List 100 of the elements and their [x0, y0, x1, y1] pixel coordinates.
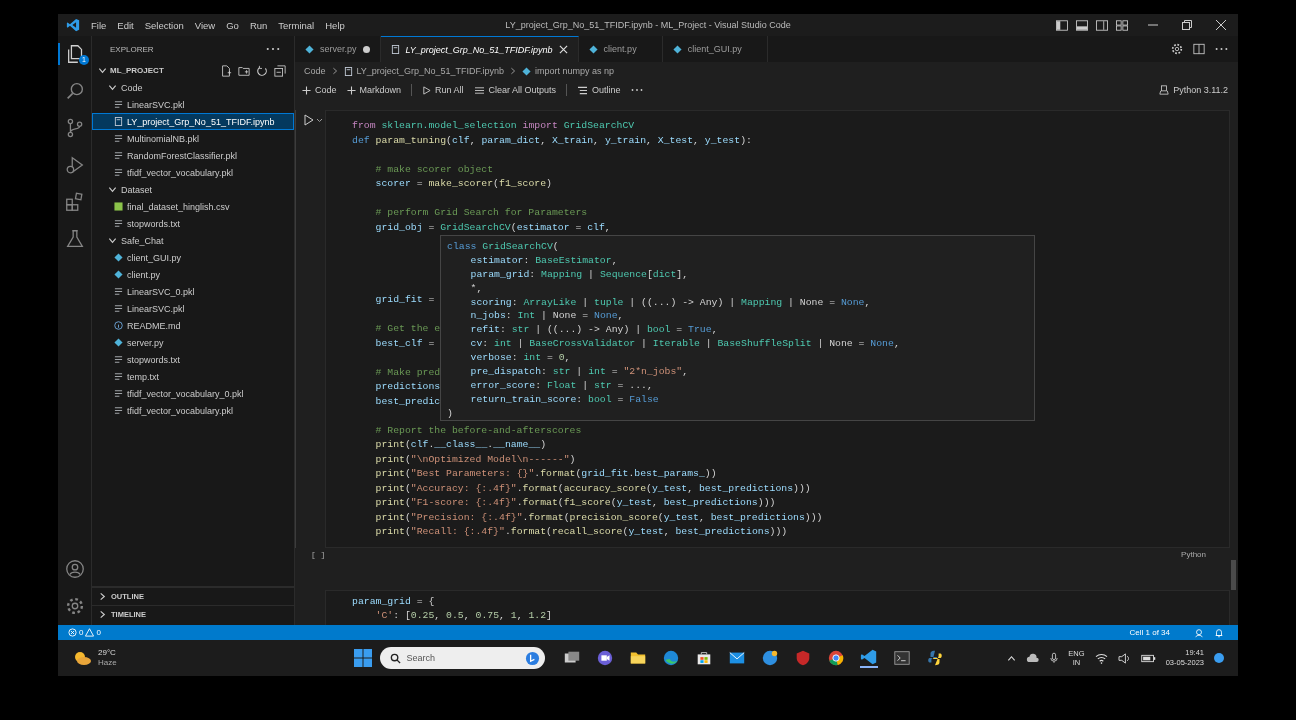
bell-icon[interactable] — [1214, 627, 1224, 638]
restore-icon[interactable] — [1182, 20, 1192, 30]
tree-item[interactable]: LinearSVC.pkl — [92, 300, 294, 317]
breadcrumb-item[interactable]: LY_project_Grp_No_51_TFIDF.ipynb — [343, 66, 504, 76]
breadcrumb-item[interactable]: Code — [304, 66, 326, 76]
kernel-picker[interactable]: Python 3.11.2 — [1159, 85, 1228, 95]
split-editor-icon[interactable] — [1193, 43, 1205, 55]
tree-item[interactable]: Safe_Chat — [92, 232, 294, 249]
toolbar-button[interactable]: Run All — [422, 85, 464, 95]
error-icon — [68, 628, 77, 637]
tree-item[interactable]: ML_PROJECT — [98, 66, 164, 75]
code-line: best_predic — [374, 395, 441, 407]
app-icon[interactable] — [760, 649, 779, 667]
toolbar-button[interactable]: Markdown — [346, 85, 402, 95]
chrome-icon[interactable] — [826, 649, 845, 667]
toolbar-button[interactable]: Outline — [577, 85, 621, 95]
tree-item[interactable]: tfidf_vector_vocabulary.pkl — [92, 164, 294, 181]
lines-icon — [114, 100, 123, 109]
weather-icon[interactable] — [72, 650, 92, 666]
lines-icon — [114, 372, 123, 381]
editor-tab[interactable]: server.py — [295, 36, 381, 62]
sidebar-toggle-icon[interactable] — [1056, 19, 1068, 31]
speaker-icon[interactable] — [1117, 652, 1131, 664]
close-icon[interactable] — [1216, 20, 1226, 30]
tree-item[interactable]: stopwords.txt — [92, 215, 294, 232]
cell-indicator[interactable]: Cell 1 of 34 — [1129, 628, 1170, 637]
chevron-up-icon[interactable] — [1007, 653, 1017, 663]
more-icon[interactable] — [630, 88, 643, 92]
menu-item[interactable]: File — [91, 19, 107, 31]
toolbar-button[interactable]: Clear All Outputs — [473, 85, 557, 95]
signature-line: *, — [469, 282, 483, 294]
layout-icon[interactable] — [1116, 19, 1128, 31]
bing-icon[interactable] — [524, 650, 540, 666]
secondary-sidebar-toggle-icon[interactable] — [1096, 19, 1108, 31]
python-app-icon[interactable] — [925, 649, 944, 667]
more-icon[interactable] — [266, 47, 280, 51]
panel-toggle-icon[interactable] — [1076, 19, 1088, 31]
tree-item[interactable]: README.md — [92, 317, 294, 334]
menu-item[interactable]: Terminal — [278, 19, 315, 31]
tree-item[interactable]: RandomForestClassifier.pkl — [92, 147, 294, 164]
file-icon — [390, 45, 400, 54]
new-folder-icon[interactable] — [238, 64, 250, 77]
problems-indicator[interactable]: 0 0 — [68, 628, 101, 637]
code-cell[interactable]: param_grid = { 'C': [0.25, 0.5, 0.75, 1, 1.2] — [325, 589, 1230, 625]
editor-tab[interactable]: client_GUI.py — [662, 36, 768, 62]
terminal-icon[interactable] — [892, 649, 911, 667]
tree-item[interactable]: stopwords.txt — [92, 351, 294, 368]
lines-icon — [114, 304, 123, 313]
menu-item[interactable]: Run — [249, 19, 268, 31]
temperature-label: 29°C — [98, 648, 117, 658]
tree-item[interactable]: temp.txt — [92, 368, 294, 385]
scrollbar-thumb[interactable] — [1231, 560, 1236, 590]
cell-language[interactable]: Python — [1181, 550, 1206, 559]
run-cell-icon[interactable] — [304, 114, 324, 126]
wifi-icon[interactable] — [1094, 652, 1108, 664]
microphone-icon[interactable] — [1050, 652, 1059, 664]
tree-item[interactable]: LinearSVC_0.pkl — [92, 283, 294, 300]
signature-line: n_jobs: Int | None = None, — [469, 310, 624, 322]
tree-item[interactable]: server.py — [92, 334, 294, 351]
notification-icon[interactable] — [1214, 653, 1224, 663]
tree-item[interactable]: client_GUI.py — [92, 249, 294, 266]
execution-count: [ ] — [311, 550, 326, 559]
tree-item[interactable]: Dataset — [92, 181, 294, 198]
breadcrumb-item[interactable]: import numpy as np — [521, 66, 614, 76]
close-icon[interactable] — [558, 45, 568, 54]
feedback-icon[interactable] — [1194, 627, 1204, 638]
video-call-icon[interactable] — [595, 649, 614, 667]
menu-item[interactable]: Help — [325, 19, 345, 31]
tree-item[interactable]: MultinomialNB.pkl — [92, 130, 294, 147]
tree-item[interactable]: Code — [92, 79, 294, 96]
settings-icon[interactable] — [1171, 43, 1183, 55]
menu-item[interactable]: Go — [226, 19, 239, 31]
collapse-all-icon[interactable] — [274, 64, 286, 77]
editor-tab[interactable]: client.py — [578, 36, 663, 62]
search-field[interactable]: Search — [379, 647, 545, 669]
browser-icon[interactable] — [661, 649, 680, 667]
file-icon — [114, 338, 123, 347]
battery-icon[interactable] — [1140, 653, 1156, 663]
toolbar-button[interactable]: Code — [302, 85, 337, 95]
code-editor-icon[interactable] — [859, 648, 878, 668]
refresh-icon[interactable] — [256, 64, 268, 77]
account-icon[interactable] — [63, 558, 86, 580]
code-cell[interactable] — [325, 110, 1230, 548]
cloud-icon[interactable] — [1026, 652, 1041, 664]
code-line: best_clf = — [374, 337, 435, 349]
tree-item[interactable]: final_dataset_hinglish.csv — [92, 198, 294, 215]
tree-item[interactable]: tfidf_vector_vocabulary.pkl — [92, 402, 294, 419]
editor-tab[interactable]: LY_project_Grp_No_51_TFIDF.ipynb — [380, 36, 579, 62]
notebook-icon — [343, 66, 353, 76]
menu-item[interactable]: View — [194, 19, 216, 31]
menu-item[interactable]: Selection — [144, 19, 184, 31]
tree-item[interactable]: LinearSVC.pkl — [92, 96, 294, 113]
menu-item[interactable]: Edit — [117, 19, 134, 31]
tree-item[interactable]: LY_project_Grp_No_51_TFIDF.ipynb — [92, 113, 294, 130]
tree-item[interactable]: client.py — [92, 266, 294, 283]
start-icon[interactable] — [352, 648, 373, 668]
tree-item[interactable]: tfidf_vector_vocabulary_0.pkl — [92, 385, 294, 402]
new-file-icon[interactable] — [220, 64, 232, 77]
more-icon[interactable] — [1215, 47, 1228, 51]
code-line: def param_tuning(clf, param_dict, X_train, y_train, X_test, y_test): — [352, 134, 752, 146]
